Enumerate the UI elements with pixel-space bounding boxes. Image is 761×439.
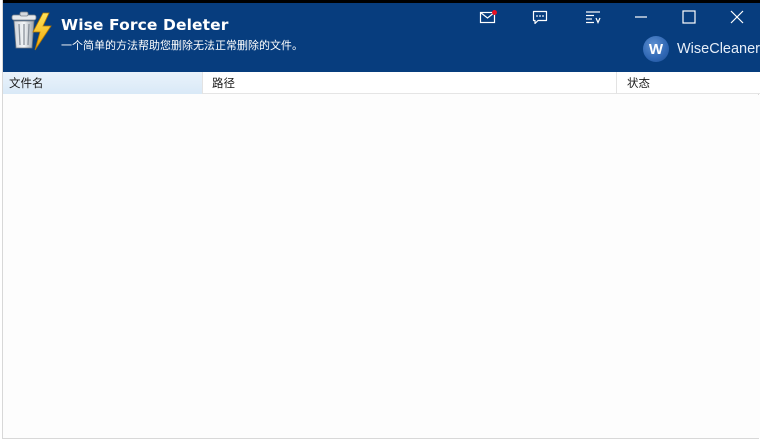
app-logo-trash-lightning-icon (11, 11, 52, 51)
notification-dot (492, 10, 497, 15)
feedback-button[interactable] (518, 3, 562, 31)
title-bar[interactable]: Wise Force Deleter 一个简单的方法帮助您删除无法正常删除的文件… (3, 0, 760, 72)
minimize-icon (635, 16, 647, 18)
app-title: Wise Force Deleter (61, 16, 229, 34)
wisecleaner-brand[interactable]: W WiseCleaner (643, 36, 760, 62)
mail-button[interactable] (466, 3, 510, 31)
app-subtitle: 一个简单的方法帮助您删除无法正常删除的文件。 (61, 39, 303, 52)
mail-icon (479, 10, 497, 24)
menu-icon (586, 11, 601, 24)
close-button[interactable] (715, 3, 759, 31)
minimize-button[interactable] (619, 3, 663, 31)
brand-name: WiseCleaner (677, 41, 760, 57)
file-list-header: 文件名 路径 状态 (3, 72, 760, 94)
column-header-path[interactable]: 路径 (203, 72, 617, 94)
app-window: Wise Force Deleter 一个简单的方法帮助您删除无法正常删除的文件… (2, 0, 760, 439)
feedback-icon (532, 10, 548, 24)
column-header-status[interactable]: 状态 (617, 72, 760, 94)
file-list[interactable] (3, 95, 760, 438)
maximize-button[interactable] (667, 3, 711, 31)
menu-button[interactable] (571, 3, 615, 31)
column-header-filename[interactable]: 文件名 (3, 72, 203, 94)
wisecleaner-logo-icon: W (643, 36, 669, 62)
maximize-icon (682, 10, 696, 24)
close-icon (730, 10, 744, 24)
